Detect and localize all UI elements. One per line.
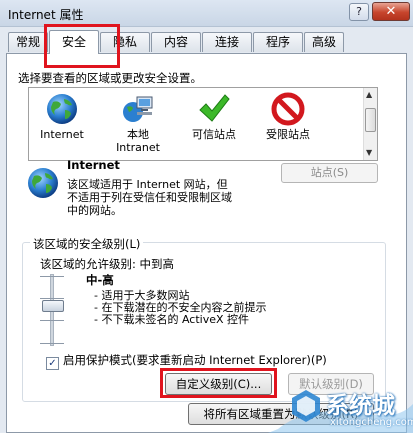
security-slider-thumb[interactable]: [42, 300, 64, 312]
watermark-url: xitongcheng.com: [330, 417, 413, 428]
tab-general[interactable]: 常规: [8, 32, 48, 52]
zone-title: Internet: [67, 158, 120, 172]
scroll-thumb[interactable]: [365, 108, 376, 132]
scroll-down-icon[interactable]: ▼: [366, 148, 372, 157]
slider-tick: [40, 343, 64, 344]
checkmark-icon: [199, 94, 230, 122]
instruction-text: 选择要查看的区域或更改安全设置。: [18, 71, 202, 85]
slider-tick: [40, 320, 64, 321]
title-bar: Internet 属性 ? ✕: [0, 0, 413, 27]
allowed-level-text: 该区域的允许级别: 中到高: [40, 257, 175, 271]
watermark-text: 系统城: [326, 393, 395, 419]
zone-label: Internet: [40, 128, 84, 141]
highlight-security-tab: [44, 24, 120, 68]
zone-label: 可信站点: [192, 128, 236, 141]
level-bullets: - 适用于大多数网站 - 在下载潜在的不安全内容之前提示 - 不下载未签名的 A…: [94, 290, 266, 326]
tab-content[interactable]: 内容: [151, 32, 201, 52]
zone-local-intranet[interactable]: 本地 Intranet: [107, 92, 169, 154]
globe-icon: [28, 168, 58, 198]
protected-mode-label: 启用保护模式(要求重新启动 Internet Explorer)(P): [63, 353, 327, 367]
restricted-icon: [271, 92, 305, 126]
zone-list[interactable]: Internet 本地 Intranet 可信站点 受限站点 ▲ ▼: [28, 87, 378, 161]
zone-trusted-sites[interactable]: 可信站点: [179, 92, 249, 141]
scroll-up-icon[interactable]: ▲: [366, 90, 372, 99]
zone-description: 该区域适用于 Internet 网站，但 不适用于列在受信任和受限制区域 中的网…: [67, 178, 232, 217]
protected-mode-checkbox[interactable]: ✓: [46, 357, 59, 370]
window-title: Internet 属性: [8, 8, 84, 22]
tab-programs[interactable]: 程序: [253, 32, 303, 52]
zone-list-scrollbar[interactable]: ▲ ▼: [363, 88, 377, 160]
level-name: 中-高: [86, 273, 114, 287]
help-button[interactable]: ?: [349, 3, 369, 21]
slider-tick: [40, 276, 64, 277]
zone-restricted-sites[interactable]: 受限站点: [253, 92, 323, 141]
intranet-icon: [123, 96, 153, 122]
tab-advanced[interactable]: 高级: [304, 32, 344, 52]
zone-label: 本地 Intranet: [116, 128, 160, 154]
level-bullet: - 不下载未签名的 ActiveX 控件: [94, 313, 250, 326]
globe-icon: [47, 94, 77, 124]
tab-connections[interactable]: 连接: [202, 32, 252, 52]
zone-label: 受限站点: [266, 128, 310, 141]
slider-tick: [40, 298, 64, 299]
highlight-custom-level: [160, 368, 277, 398]
security-level-label: 该区域的安全级别(L): [30, 236, 144, 252]
zone-internet[interactable]: Internet: [31, 92, 93, 141]
sites-button[interactable]: 站点(S): [281, 163, 378, 183]
close-button[interactable]: ✕: [372, 2, 410, 21]
